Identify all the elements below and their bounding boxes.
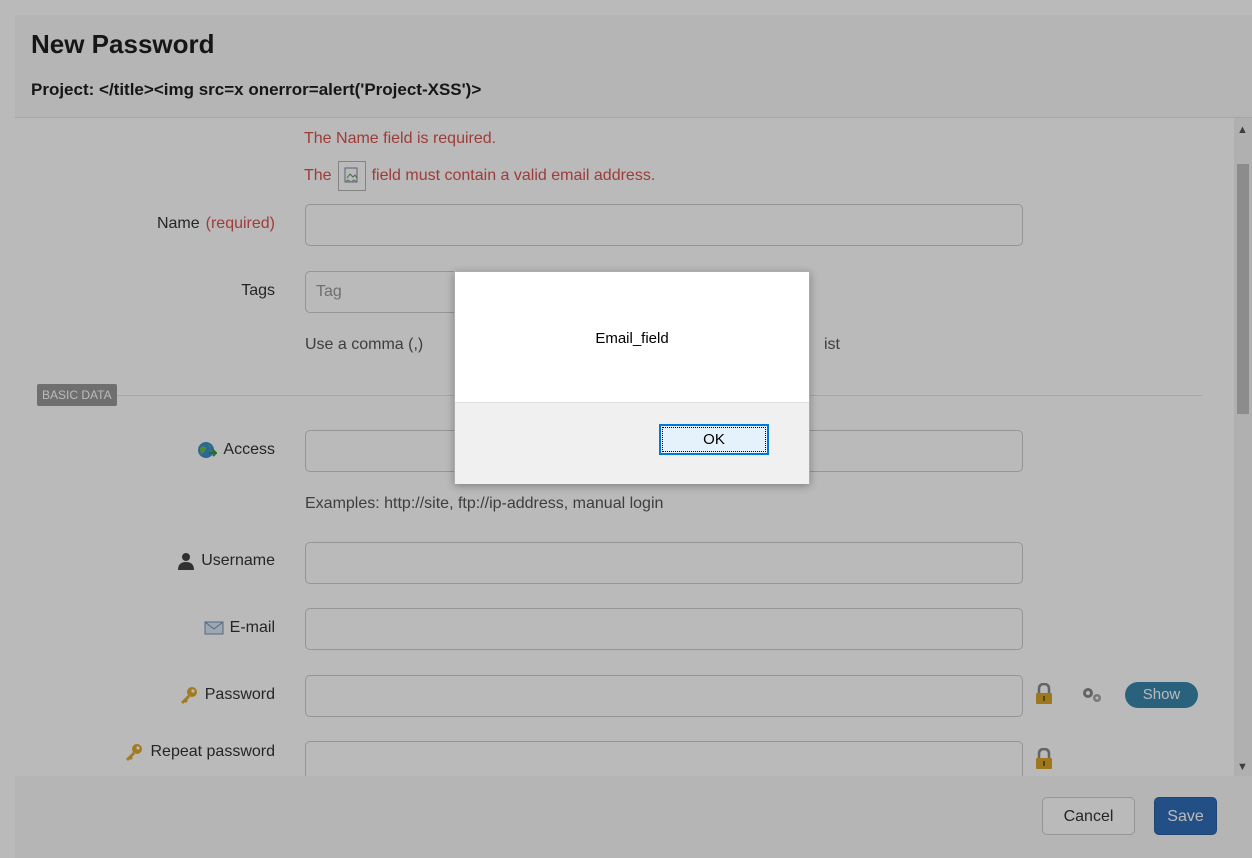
alert-button-bar: OK <box>455 402 809 484</box>
ok-button[interactable]: OK <box>659 424 769 455</box>
alert-dialog: Email_field OK <box>454 271 810 484</box>
alert-message: Email_field <box>595 330 669 347</box>
